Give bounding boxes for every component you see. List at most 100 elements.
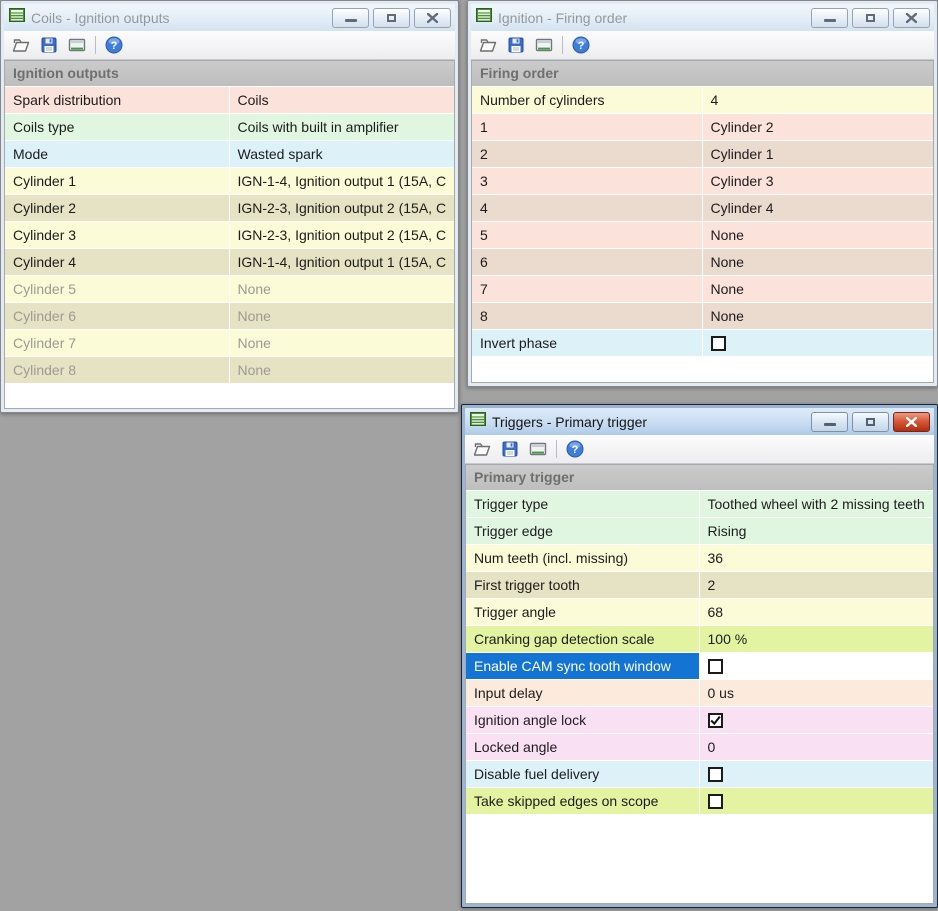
table-row[interactable]: Cylinder 1 IGN-1-4, Ignition output 1 (15… bbox=[5, 168, 454, 194]
row-value[interactable] bbox=[699, 788, 933, 814]
table-row[interactable]: 1 Cylinder 2 bbox=[472, 114, 933, 140]
row-label[interactable]: Cylinder 8 bbox=[5, 357, 230, 383]
open-button[interactable] bbox=[471, 438, 493, 460]
row-label[interactable]: Coils type bbox=[5, 114, 230, 140]
titlebar[interactable]: Coils - Ignition outputs bbox=[4, 4, 455, 31]
titlebar[interactable]: Triggers - Primary trigger bbox=[465, 408, 934, 435]
row-value[interactable] bbox=[702, 330, 933, 356]
table-row[interactable]: 7 None bbox=[472, 276, 933, 302]
close-button[interactable] bbox=[893, 411, 930, 432]
help-button[interactable]: ? bbox=[564, 438, 586, 460]
row-label[interactable]: 3 bbox=[472, 168, 703, 194]
row-label[interactable]: 8 bbox=[472, 303, 703, 329]
row-value[interactable]: Coils with built in amplifier bbox=[229, 114, 454, 140]
row-label[interactable]: 7 bbox=[472, 276, 703, 302]
table-row[interactable]: Invert phase bbox=[472, 330, 933, 356]
table-row[interactable]: Cylinder 8 None bbox=[5, 357, 454, 383]
table-row[interactable]: Trigger type Toothed wheel with 2 missing… bbox=[466, 491, 933, 517]
close-button[interactable] bbox=[893, 7, 930, 28]
row-value[interactable]: Cylinder 2 bbox=[702, 114, 933, 140]
table-row[interactable]: Disable fuel delivery bbox=[466, 761, 933, 787]
help-button[interactable]: ? bbox=[103, 34, 125, 56]
table-row[interactable]: Ignition angle lock bbox=[466, 707, 933, 733]
table-row[interactable]: Cylinder 3 IGN-2-3, Ignition output 2 (15… bbox=[5, 222, 454, 248]
row-label[interactable]: Disable fuel delivery bbox=[466, 761, 700, 787]
save-button[interactable] bbox=[505, 34, 527, 56]
row-label[interactable]: Ignition angle lock bbox=[466, 707, 700, 733]
minimize-button[interactable] bbox=[811, 7, 848, 28]
row-value[interactable]: 4 bbox=[702, 87, 933, 113]
row-value[interactable]: 0 us bbox=[699, 680, 933, 706]
row-label[interactable]: 4 bbox=[472, 195, 703, 221]
table-row[interactable]: Cranking gap detection scale 100 % bbox=[466, 626, 933, 652]
row-label[interactable]: Take skipped edges on scope bbox=[466, 788, 700, 814]
window-view-button[interactable] bbox=[533, 34, 555, 56]
row-label[interactable]: Number of cylinders bbox=[472, 87, 703, 113]
open-button[interactable] bbox=[10, 34, 32, 56]
maximize-button[interactable] bbox=[852, 7, 889, 28]
row-label[interactable]: Trigger angle bbox=[466, 599, 700, 625]
minimize-button[interactable] bbox=[332, 7, 369, 28]
titlebar[interactable]: Ignition - Firing order bbox=[471, 4, 934, 31]
close-button[interactable] bbox=[414, 7, 451, 28]
table-row[interactable]: First trigger tooth 2 bbox=[466, 572, 933, 598]
row-value[interactable]: None bbox=[702, 249, 933, 275]
help-button[interactable]: ? bbox=[570, 34, 592, 56]
row-label[interactable]: Spark distribution bbox=[5, 87, 230, 113]
row-value[interactable]: Cylinder 1 bbox=[702, 141, 933, 167]
row-label[interactable]: Cylinder 4 bbox=[5, 249, 230, 275]
row-value[interactable]: None bbox=[229, 276, 454, 302]
open-button[interactable] bbox=[477, 34, 499, 56]
row-label[interactable]: 5 bbox=[472, 222, 703, 248]
table-row[interactable]: Trigger edge Rising bbox=[466, 518, 933, 544]
table-row[interactable]: Cylinder 2 IGN-2-3, Ignition output 2 (15… bbox=[5, 195, 454, 221]
row-value[interactable] bbox=[699, 707, 933, 733]
table-row[interactable]: 5 None bbox=[472, 222, 933, 248]
window-view-button[interactable] bbox=[66, 34, 88, 56]
row-label[interactable]: Trigger type bbox=[466, 491, 700, 517]
row-label[interactable]: Enable CAM sync tooth window bbox=[466, 653, 700, 679]
row-label[interactable]: Locked angle bbox=[466, 734, 700, 760]
row-value[interactable] bbox=[699, 653, 933, 679]
save-button[interactable] bbox=[38, 34, 60, 56]
row-value[interactable]: 36 bbox=[699, 545, 933, 571]
row-value[interactable]: None bbox=[702, 222, 933, 248]
row-value[interactable]: None bbox=[702, 303, 933, 329]
row-value[interactable]: None bbox=[229, 303, 454, 329]
table-row[interactable]: 4 Cylinder 4 bbox=[472, 195, 933, 221]
table-row[interactable]: Spark distribution Coils bbox=[5, 87, 454, 113]
row-value[interactable]: 2 bbox=[699, 572, 933, 598]
row-value[interactable]: IGN-1-4, Ignition output 1 (15A, C bbox=[229, 168, 454, 194]
table-row[interactable]: 3 Cylinder 3 bbox=[472, 168, 933, 194]
row-value[interactable]: IGN-2-3, Ignition output 2 (15A, C bbox=[229, 222, 454, 248]
row-value[interactable]: None bbox=[229, 330, 454, 356]
row-value[interactable]: 68 bbox=[699, 599, 933, 625]
table-row[interactable]: Take skipped edges on scope bbox=[466, 788, 933, 814]
row-label[interactable]: Input delay bbox=[466, 680, 700, 706]
table-row[interactable]: 6 None bbox=[472, 249, 933, 275]
row-label[interactable]: First trigger tooth bbox=[466, 572, 700, 598]
row-label[interactable]: Cylinder 7 bbox=[5, 330, 230, 356]
checkbox-checked[interactable] bbox=[707, 712, 723, 728]
row-label[interactable]: 2 bbox=[472, 141, 703, 167]
checkbox-unchecked[interactable] bbox=[707, 766, 723, 782]
row-value[interactable] bbox=[699, 761, 933, 787]
save-button[interactable] bbox=[499, 438, 521, 460]
row-label[interactable]: Trigger edge bbox=[466, 518, 700, 544]
row-label[interactable]: Mode bbox=[5, 141, 230, 167]
table-row[interactable]: Number of cylinders 4 bbox=[472, 87, 933, 113]
row-label[interactable]: 6 bbox=[472, 249, 703, 275]
table-row[interactable]: Cylinder 6 None bbox=[5, 303, 454, 329]
maximize-button[interactable] bbox=[852, 411, 889, 432]
row-value[interactable]: IGN-1-4, Ignition output 1 (15A, C bbox=[229, 249, 454, 275]
table-row[interactable]: Trigger angle 68 bbox=[466, 599, 933, 625]
row-value[interactable]: Rising bbox=[699, 518, 933, 544]
table-row[interactable]: Num teeth (incl. missing) 36 bbox=[466, 545, 933, 571]
table-row[interactable]: Input delay 0 us bbox=[466, 680, 933, 706]
row-label[interactable]: Cylinder 3 bbox=[5, 222, 230, 248]
row-value[interactable]: None bbox=[702, 276, 933, 302]
table-row[interactable]: Coils type Coils with built in amplifier bbox=[5, 114, 454, 140]
row-label[interactable]: Cylinder 6 bbox=[5, 303, 230, 329]
row-value[interactable]: Cylinder 3 bbox=[702, 168, 933, 194]
row-label[interactable]: Cranking gap detection scale bbox=[466, 626, 700, 652]
